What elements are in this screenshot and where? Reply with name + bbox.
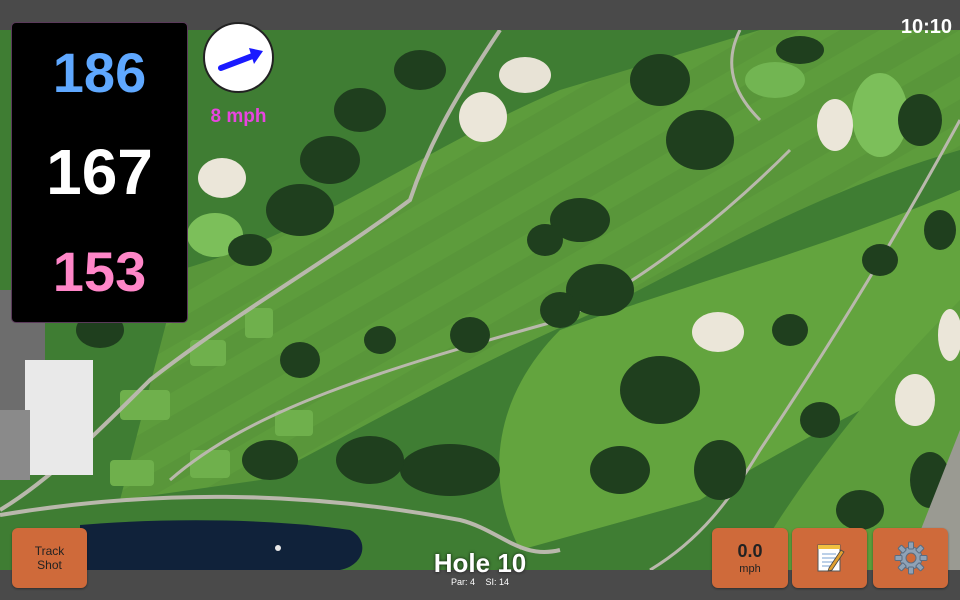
wind-button-value: 0.0 bbox=[737, 541, 763, 561]
back-distance: 186 bbox=[52, 40, 147, 104]
middle-distance: 167 bbox=[46, 136, 153, 209]
front-distance: 153 bbox=[52, 240, 147, 304]
hole-par: Par: 4 bbox=[450, 577, 475, 587]
track-shot-label-line2: Shot bbox=[37, 558, 62, 572]
notepad-icon bbox=[817, 544, 845, 572]
hole-info: Par: 4 SI: 14 bbox=[380, 577, 580, 588]
wind-speed-button[interactable]: 0.0 mph bbox=[712, 528, 788, 588]
hole-title: Hole 10 bbox=[433, 548, 527, 578]
distance-panel: 186 167 153 bbox=[11, 22, 188, 323]
arrow-east-northeast-icon bbox=[218, 48, 263, 71]
settings-button[interactable] bbox=[873, 528, 948, 588]
wind-direction-indicator[interactable] bbox=[203, 22, 274, 93]
track-shot-button[interactable]: Track Shot bbox=[12, 528, 87, 588]
track-shot-label-line1: Track bbox=[34, 544, 65, 558]
notes-button[interactable] bbox=[792, 528, 867, 588]
status-clock: 10:10 bbox=[900, 16, 952, 38]
gear-icon bbox=[894, 541, 927, 575]
hole-stroke-index: SI: 14 bbox=[485, 577, 510, 587]
wind-speed-label: 8 mph bbox=[210, 106, 267, 127]
wind-button-unit: mph bbox=[739, 563, 761, 575]
